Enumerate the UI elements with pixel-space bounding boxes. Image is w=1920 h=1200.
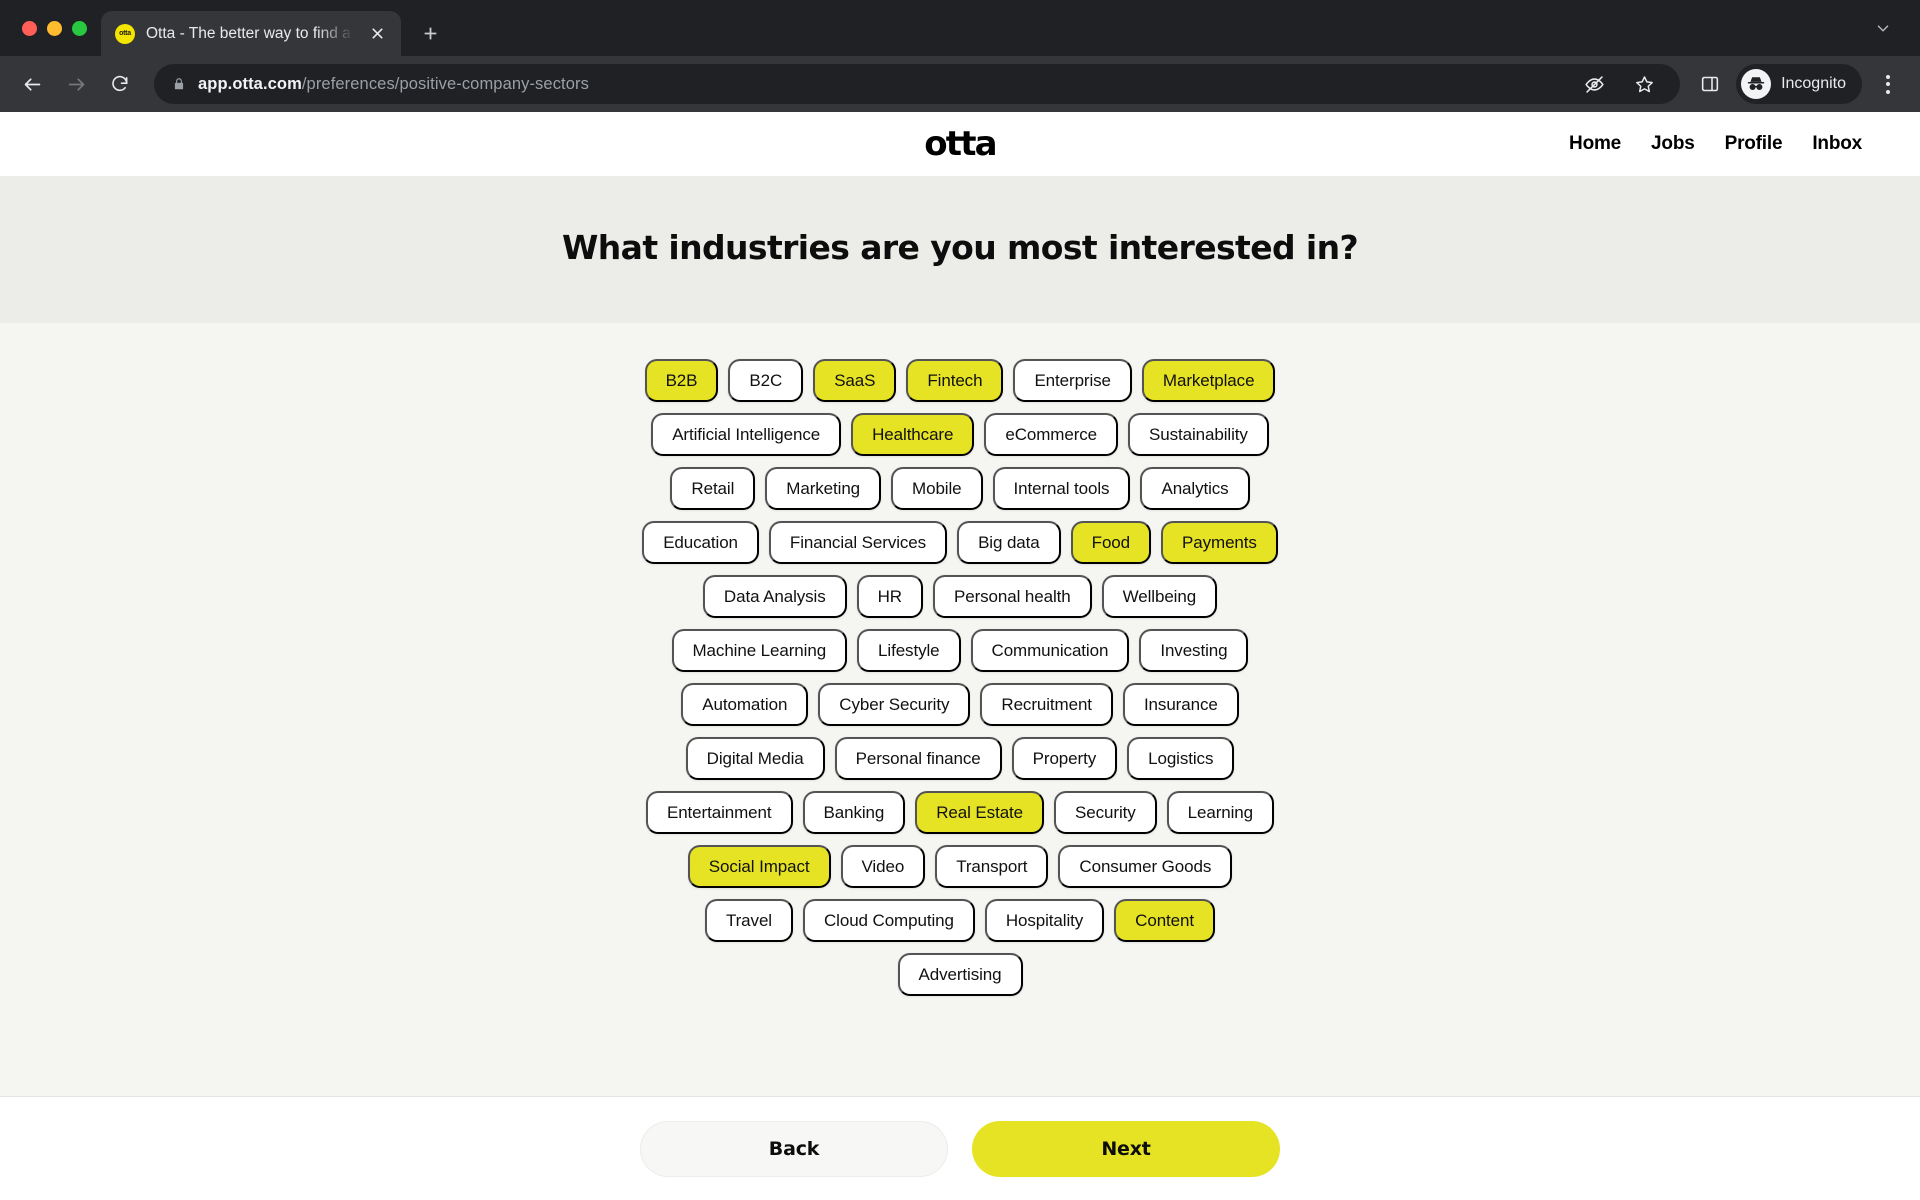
star-icon[interactable] xyxy=(1626,66,1662,102)
omnibox-actions xyxy=(1576,66,1666,102)
next-button[interactable]: Next xyxy=(972,1120,1280,1177)
browser-toolbar: app.otta.com/preferences/positive-compan… xyxy=(0,56,1920,112)
industry-chip[interactable]: Investing xyxy=(1139,629,1249,672)
minimize-window-button[interactable] xyxy=(47,20,62,36)
industry-chip[interactable]: Payments xyxy=(1161,521,1278,564)
back-arrow-icon[interactable] xyxy=(12,64,52,104)
industry-chip[interactable]: Cyber Security xyxy=(818,683,971,726)
title-band: What industries are you most interested … xyxy=(0,176,1920,323)
window-controls xyxy=(14,0,101,56)
maximize-window-button[interactable] xyxy=(72,20,87,36)
side-panel-icon[interactable] xyxy=(1692,66,1728,102)
site-header: otta Home Jobs Profile Inbox xyxy=(0,112,1920,176)
industry-chip[interactable]: Personal finance xyxy=(834,737,1002,780)
industry-chip[interactable]: Insurance xyxy=(1122,683,1239,726)
page-viewport: otta Home Jobs Profile Inbox What indust… xyxy=(0,112,1920,1200)
industry-chip[interactable]: Property xyxy=(1011,737,1118,780)
industry-chip[interactable]: Food xyxy=(1070,521,1152,564)
industry-chip[interactable]: Real Estate xyxy=(915,791,1045,834)
industry-chip[interactable]: Machine Learning xyxy=(671,629,848,672)
reload-icon[interactable] xyxy=(100,64,140,104)
incognito-avatar-icon xyxy=(1741,69,1772,99)
nav-profile[interactable]: Profile xyxy=(1725,133,1783,155)
browser-window: otta Otta - The better way to find a app… xyxy=(0,0,1920,1200)
industry-chip[interactable]: Travel xyxy=(704,899,793,942)
industry-chip[interactable]: B2B xyxy=(644,359,719,402)
industry-chip[interactable]: Banking xyxy=(802,791,906,834)
industry-chip[interactable]: eCommerce xyxy=(984,413,1119,456)
industry-chip[interactable]: Security xyxy=(1054,791,1157,834)
industry-chip[interactable]: Sustainability xyxy=(1128,413,1269,456)
address-bar[interactable]: app.otta.com/preferences/positive-compan… xyxy=(154,64,1681,104)
eye-off-icon[interactable] xyxy=(1576,66,1612,102)
industry-chip[interactable]: Financial Services xyxy=(768,521,948,564)
industry-chip[interactable]: Consumer Goods xyxy=(1058,845,1233,888)
chevron-down-icon[interactable] xyxy=(1868,13,1898,43)
industry-chip[interactable]: Personal health xyxy=(932,575,1092,618)
industry-chip[interactable]: Mobile xyxy=(891,467,983,510)
close-tab-button[interactable] xyxy=(365,22,389,46)
industry-chip[interactable]: Healthcare xyxy=(851,413,975,456)
industry-chip[interactable]: Retail xyxy=(670,467,756,510)
nav-jobs[interactable]: Jobs xyxy=(1651,133,1695,155)
url-domain: app.otta.com xyxy=(198,74,302,93)
industry-chip[interactable]: Analytics xyxy=(1140,467,1250,510)
industry-chip[interactable]: Learning xyxy=(1166,791,1275,834)
industry-chip[interactable]: Video xyxy=(840,845,926,888)
main-content: B2B B2C SaaS Fintech Enterprise Marketplace Ar… xyxy=(0,323,1920,1096)
industry-chip-group: B2B B2C SaaS Fintech Enterprise Marketplace Ar… xyxy=(640,359,1280,996)
industry-chip[interactable]: Logistics xyxy=(1127,737,1235,780)
nav-home[interactable]: Home xyxy=(1569,133,1621,155)
otta-favicon-icon: otta xyxy=(115,23,135,44)
tab-strip: otta Otta - The better way to find a xyxy=(0,0,1920,56)
industry-chip[interactable]: Content xyxy=(1114,899,1216,942)
industry-chip[interactable]: Communication xyxy=(970,629,1130,672)
industry-chip[interactable]: Lifestyle xyxy=(857,629,961,672)
industry-chip[interactable]: Marketing xyxy=(765,467,882,510)
industry-chip[interactable]: Wellbeing xyxy=(1101,575,1218,618)
page-footer: Back Next xyxy=(0,1096,1920,1200)
industry-chip[interactable]: Cloud Computing xyxy=(802,899,975,942)
incognito-label: Incognito xyxy=(1781,75,1846,92)
industry-chip[interactable]: Transport xyxy=(935,845,1049,888)
industry-chip[interactable]: Digital Media xyxy=(685,737,825,780)
industry-chip[interactable]: Hospitality xyxy=(984,899,1105,942)
new-tab-button[interactable] xyxy=(413,16,447,50)
industry-chip[interactable]: Entertainment xyxy=(645,791,793,834)
main-nav: Home Jobs Profile Inbox xyxy=(1569,133,1862,155)
industry-chip[interactable]: B2C xyxy=(728,359,804,402)
industry-chip[interactable]: Automation xyxy=(681,683,809,726)
incognito-indicator[interactable]: Incognito xyxy=(1736,64,1862,104)
close-window-button[interactable] xyxy=(22,20,37,36)
back-button[interactable]: Back xyxy=(640,1120,948,1177)
lock-icon xyxy=(172,77,186,91)
industry-chip[interactable]: Education xyxy=(642,521,759,564)
url-text: app.otta.com/preferences/positive-compan… xyxy=(198,75,589,94)
industry-chip[interactable]: HR xyxy=(856,575,923,618)
industry-chip[interactable]: Artificial Intelligence xyxy=(651,413,842,456)
industry-chip[interactable]: Enterprise xyxy=(1013,359,1132,402)
otta-logo[interactable]: otta xyxy=(924,127,997,161)
forward-arrow-icon[interactable] xyxy=(56,64,96,104)
industry-chip[interactable]: Recruitment xyxy=(980,683,1113,726)
tab-title: Otta - The better way to find a xyxy=(146,24,351,42)
industry-chip[interactable]: Fintech xyxy=(906,359,1004,402)
nav-inbox[interactable]: Inbox xyxy=(1812,133,1862,155)
industry-chip[interactable]: Big data xyxy=(957,521,1061,564)
tab-strip-right xyxy=(1868,0,1920,56)
industry-chip[interactable]: Advertising xyxy=(897,953,1023,996)
browser-tab[interactable]: otta Otta - The better way to find a xyxy=(101,11,401,56)
page-title: What industries are you most interested … xyxy=(561,228,1359,267)
url-path: /preferences/positive-company-sectors xyxy=(301,74,589,93)
industry-chip[interactable]: Internal tools xyxy=(992,467,1131,510)
industry-chip[interactable]: Data Analysis xyxy=(702,575,847,618)
industry-chip[interactable]: SaaS xyxy=(813,359,897,402)
kebab-menu-icon[interactable] xyxy=(1870,64,1906,104)
industry-chip[interactable]: Social Impact xyxy=(687,845,831,888)
industry-chip[interactable]: Marketplace xyxy=(1141,359,1276,402)
